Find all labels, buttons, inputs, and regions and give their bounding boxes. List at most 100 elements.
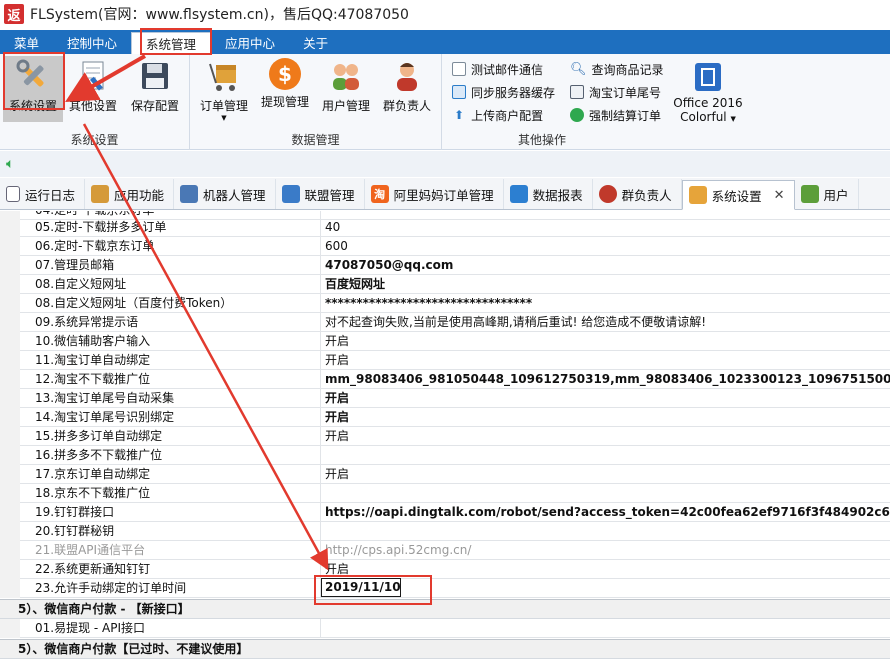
- row-value[interactable]: 40: [321, 218, 890, 236]
- window-title: FLSystem(官网：www.flsystem.cn)，售后QQ:470870…: [30, 7, 409, 23]
- grid-row[interactable]: 09.系统异常提示语 对不起查询失败,当前是使用高峰期,请稍后重试! 给您造成不便…: [0, 313, 890, 332]
- tab-alimama-orders[interactable]: 淘 阿里妈妈订单管理: [365, 179, 504, 209]
- menu-item-menu[interactable]: 菜单: [0, 30, 53, 54]
- row-value[interactable]: 对不起查询失败,当前是使用高峰期,请稍后重试! 给您造成不便敬请谅解!: [321, 313, 890, 331]
- category-wechat-merchant-payment-deprecated[interactable]: 5）、微信商户付款【已过时、不建议使用】: [0, 639, 890, 659]
- other-settings-button[interactable]: 其他设置: [63, 56, 123, 122]
- grid-row[interactable]: 21.联盟API通信平台 http://cps.api.52cmg.cn/: [0, 541, 890, 560]
- grid-row[interactable]: 08.自定义短网址 百度短网址: [0, 275, 890, 294]
- row-value[interactable]: 开启: [321, 332, 890, 350]
- row-gutter: [0, 313, 20, 332]
- query-goods-record-button[interactable]: 🔍︎ 查询商品记录: [570, 59, 664, 79]
- row-value[interactable]: [321, 579, 890, 597]
- menu-item-system-management[interactable]: 系统管理: [131, 32, 212, 54]
- row-gutter: [0, 503, 20, 522]
- office-theme-button[interactable]: Office 2016 Colorful ▼: [670, 56, 746, 124]
- upload-arrow-icon: ⬆: [454, 108, 465, 122]
- tab-app-features[interactable]: 应用功能: [85, 179, 175, 209]
- dollar-coin-icon: $: [269, 58, 301, 90]
- grid-row[interactable]: 11.淘宝订单自动绑定 开启: [0, 351, 890, 370]
- speaker-icon[interactable]: 🔈︎: [6, 156, 14, 172]
- save-config-label: 保存配置: [130, 99, 179, 113]
- save-config-button[interactable]: 保存配置: [125, 56, 185, 122]
- system-settings-button[interactable]: 系统设置: [3, 56, 63, 122]
- grid-row[interactable]: 17.京东订单自动绑定 开启: [0, 465, 890, 484]
- upload-merchant-config-button[interactable]: ⬆ 上传商户配置: [452, 105, 543, 125]
- row-gutter: [0, 218, 20, 237]
- grid-row[interactable]: 07.管理员邮箱 47087050@qq.com: [0, 256, 890, 275]
- tab-robot-management[interactable]: 机器人管理: [174, 179, 276, 209]
- tab-group-owner[interactable]: 群负责人: [593, 179, 682, 209]
- row-gutter: [0, 484, 20, 503]
- row-name: 23.允许手动绑定的订单时间: [0, 579, 321, 597]
- menu-item-app-center[interactable]: 应用中心: [211, 30, 289, 54]
- row-value[interactable]: 开启: [321, 427, 890, 445]
- group-owner-button[interactable]: 群负责人: [377, 56, 437, 122]
- category-wechat-merchant-payment-new[interactable]: 5）、微信商户付款 - 【新接口】: [0, 599, 890, 619]
- row-value[interactable]: mm_98083406_981050448_109612750319,mm_98…: [321, 370, 890, 388]
- user-management-label: 用户管理: [321, 99, 370, 113]
- tab-users[interactable]: 用户: [795, 179, 859, 209]
- row-value[interactable]: 600: [321, 237, 890, 255]
- row-value[interactable]: http://cps.api.52cmg.cn/: [321, 541, 890, 559]
- withdraw-management-button[interactable]: $ 提现管理: [255, 56, 315, 122]
- package-icon: [91, 185, 110, 203]
- grid-row[interactable]: 12.淘宝不下载推广位 mm_98083406_981050448_1096127…: [0, 370, 890, 389]
- tab-run-log[interactable]: 运行日志: [0, 179, 86, 209]
- grid-row[interactable]: 10.微信辅助客户输入 开启: [0, 332, 890, 351]
- order-time-edit-input[interactable]: 2019/11/10: [321, 578, 401, 597]
- row-value[interactable]: [321, 522, 890, 540]
- network-icon: [180, 185, 199, 203]
- ribbon-group-data-management: 订单管理 ▼ $ 提现管理 用户管理 群负责人 数据管理: [190, 54, 442, 150]
- row-value[interactable]: 开启: [321, 408, 890, 426]
- menu-item-about[interactable]: 关于: [289, 30, 342, 54]
- grid-row[interactable]: 16.拼多多不下载推广位: [0, 446, 890, 465]
- taobao-order-tail-button[interactable]: 淘宝订单尾号: [570, 82, 661, 102]
- group-label-other-operations: 其他操作: [517, 133, 566, 147]
- row-gutter: [0, 427, 20, 446]
- row-name: 14.淘宝订单尾号识别绑定: [0, 408, 321, 426]
- query-goods-record-label: 查询商品记录: [591, 62, 664, 77]
- row-value[interactable]: *********************************: [321, 294, 890, 312]
- grid-row[interactable]: 08.自定义短网址（百度付费Token） ********************…: [0, 294, 890, 313]
- tab-label: 系统设置: [711, 188, 762, 204]
- row-value[interactable]: [321, 619, 890, 637]
- grid-row[interactable]: 13.淘宝订单尾号自动采集 开启: [0, 389, 890, 408]
- grid-row[interactable]: 20.钉钉群秘钥: [0, 522, 890, 541]
- test-mail-button[interactable]: 测试邮件通信: [452, 59, 543, 79]
- force-settle-order-button[interactable]: 强制结算订单: [570, 105, 661, 125]
- person-icon: [598, 185, 617, 203]
- grid-row[interactable]: 05.定时-下载拼多多订单 40: [0, 218, 890, 237]
- tab-system-settings[interactable]: 系统设置 ✕: [681, 180, 795, 210]
- settings-property-grid: 04.定时-下载京东订单 05.定时-下载拼多多订单40 06.定时-下载京东订…: [0, 211, 890, 662]
- row-value[interactable]: 47087050@qq.com: [321, 256, 890, 274]
- row-value[interactable]: [321, 446, 890, 464]
- sync-server-cache-button[interactable]: 同步服务器缓存: [452, 82, 555, 102]
- row-value[interactable]: 开启: [321, 351, 890, 369]
- grid-row[interactable]: 22.系统更新通知钉钉 开启: [0, 560, 890, 579]
- grid-row[interactable]: 06.定时-下载京东订单 600: [0, 237, 890, 256]
- row-value[interactable]: 开启: [321, 389, 890, 407]
- row-value[interactable]: 开启: [321, 465, 890, 483]
- tab-label: 联盟管理: [304, 187, 355, 203]
- row-value[interactable]: 开启: [321, 560, 890, 578]
- row-value[interactable]: https://oapi.dingtalk.com/robot/send?acc…: [321, 503, 890, 521]
- user-management-button[interactable]: 用户管理: [316, 56, 376, 122]
- row-value[interactable]: [321, 484, 890, 502]
- grid-row[interactable]: 19.钉钉群接口 https://oapi.dingtalk.com/robot/…: [0, 503, 890, 522]
- row-value[interactable]: 百度短网址: [321, 275, 890, 293]
- grid-row[interactable]: 14.淘宝订单尾号识别绑定 开启: [0, 408, 890, 427]
- grid-row[interactable]: 18.京东不下载推广位: [0, 484, 890, 503]
- menu-item-control-center[interactable]: 控制中心: [53, 30, 131, 54]
- tab-data-report[interactable]: 数据报表: [504, 179, 593, 209]
- system-settings-label: 系统设置: [8, 99, 57, 113]
- order-management-dropdown-icon: ▼: [221, 114, 227, 122]
- row-gutter: [0, 370, 20, 389]
- order-management-button[interactable]: 订单管理 ▼: [194, 56, 254, 122]
- row-name: 07.管理员邮箱: [0, 256, 321, 274]
- grid-row[interactable]: 15.拼多多订单自动绑定 开启: [0, 427, 890, 446]
- grid-row[interactable]: 23.允许手动绑定的订单时间: [0, 579, 890, 598]
- tab-alliance-management[interactable]: 联盟管理: [276, 179, 365, 209]
- close-icon[interactable]: ✕: [774, 188, 785, 203]
- grid-row[interactable]: 01.易提现 - API接口: [0, 619, 890, 638]
